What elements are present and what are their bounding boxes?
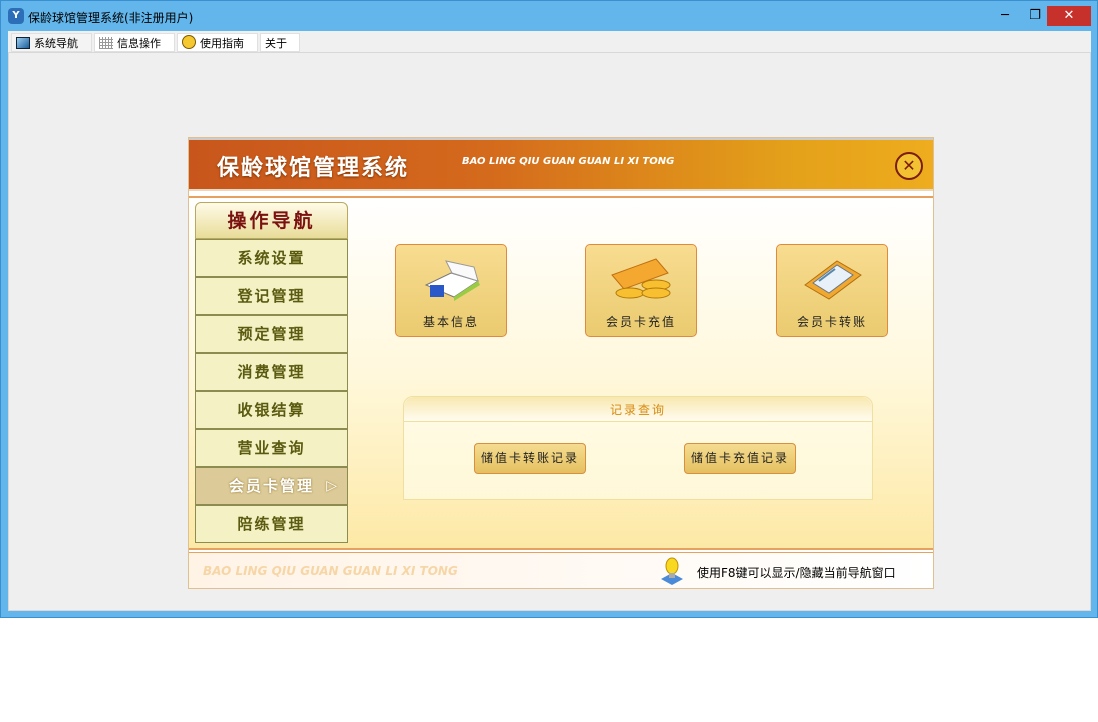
close-button[interactable]: ✕ [1047,6,1091,26]
nav-title: 操作导航 [195,202,348,239]
help-icon [182,35,196,49]
header-title: 保龄球馆管理系统 [217,156,410,181]
card-recharge-record-button[interactable]: 储值卡充值记录 [684,443,796,474]
member-card-transfer-button[interactable]: 会员卡转账 [776,244,888,337]
record-query-title: 记录查询 [404,397,872,422]
record-query-group: 记录查询 储值卡转账记录 储值卡充值记录 [403,396,873,500]
basic-info-button[interactable]: 基本信息 [395,244,507,337]
calculator-icon [804,260,862,300]
footer-brand: BAO LING QIU GUAN GUAN LI XI TONG [203,564,458,578]
tab-label: 关于 [265,37,287,50]
button-label: 会员卡充值 [605,315,676,329]
tab-label: 使用指南 [200,37,244,50]
tab-about[interactable]: 关于 [260,33,300,52]
panel-content: 操作导航 系统设置 登记管理 预定管理 消费管理 收银结算 营业查询 会员卡管理… [189,196,933,550]
nav-item-member-card[interactable]: 会员卡管理 ▷ [195,467,348,505]
coins-card-icon [611,258,671,299]
panel-close-button[interactable]: ✕ [895,152,923,180]
nav-item-business-query[interactable]: 营业查询 [195,429,348,467]
nav-item-sparring[interactable]: 陪练管理 [195,505,348,543]
nav-item-label: 会员卡管理 [228,477,314,495]
grid-icon [99,37,113,49]
tab-system-nav[interactable]: 系统导航 [11,33,92,52]
panel-footer: BAO LING QIU GUAN GUAN LI XI TONG 使用F8键可… [189,552,933,588]
app-window: Y 保龄球馆管理系统(非注册用户) ─ ❐ ✕ 系统导航 信息操作 使用指南 关… [0,0,1098,618]
tab-info-ops[interactable]: 信息操作 [94,33,175,52]
button-label: 会员卡转账 [796,315,867,329]
minimize-button[interactable]: ─ [991,6,1019,26]
nav-item-reservation[interactable]: 预定管理 [195,315,348,353]
window-title: 保龄球馆管理系统(非注册用户) [28,11,194,25]
nav-item-consumption[interactable]: 消费管理 [195,353,348,391]
member-card-recharge-button[interactable]: 会员卡充值 [585,244,697,337]
book-icon [424,260,480,301]
restore-button[interactable]: ❐ [1021,6,1049,26]
panel-header: 保龄球馆管理系统 BAO LING QIU GUAN GUAN LI XI TO… [189,138,933,191]
chevron-right-icon: ▷ [326,478,339,494]
nav-item-system-settings[interactable]: 系统设置 [195,239,348,277]
tab-label: 信息操作 [117,37,161,50]
card-transfer-record-button[interactable]: 储值卡转账记录 [474,443,586,474]
header-subtitle: BAO LING QIU GUAN GUAN LI XI TONG [462,156,675,167]
nav-item-registration[interactable]: 登记管理 [195,277,348,315]
footer-tip: 使用F8键可以显示/隐藏当前导航窗口 [697,566,896,580]
nav-item-checkout[interactable]: 收银结算 [195,391,348,429]
lightbulb-icon [661,557,683,585]
monitor-icon [16,37,30,49]
navigation-panel: 保龄球馆管理系统 BAO LING QIU GUAN GUAN LI XI TO… [188,137,934,589]
title-bar: Y 保龄球馆管理系统(非注册用户) ─ ❐ ✕ [1,1,1097,31]
tab-guide[interactable]: 使用指南 [177,33,258,52]
button-label: 基本信息 [422,315,479,329]
app-icon: Y [8,8,24,24]
tab-bar: 系统导航 信息操作 使用指南 关于 [8,31,1091,52]
tab-label: 系统导航 [34,37,78,50]
